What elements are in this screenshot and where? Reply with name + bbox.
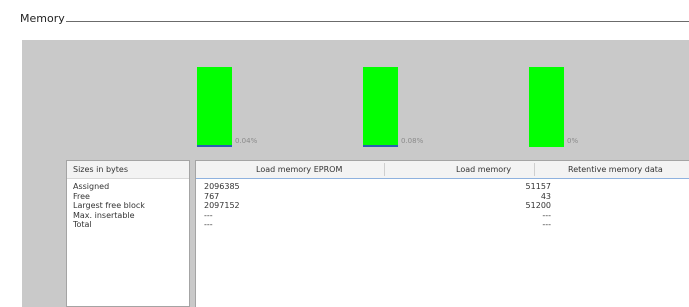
size-row-label: Total bbox=[73, 220, 92, 229]
table-row: 2096385 51157 2048 bbox=[196, 182, 689, 192]
size-row-label: Largest free block bbox=[73, 201, 145, 210]
sizes-header: Sizes in bytes bbox=[67, 161, 189, 179]
column-header-load-memory[interactable]: Load memory bbox=[456, 161, 511, 178]
table-row: --- --- --- bbox=[196, 211, 689, 221]
usage-bar bbox=[197, 67, 232, 147]
usage-bar-fill bbox=[197, 145, 232, 147]
cell-load-memory: 51157 bbox=[525, 182, 551, 191]
cell-load-memory: 51200 bbox=[525, 201, 551, 210]
size-row-label: Assigned bbox=[73, 182, 110, 191]
table-row: 2097152 51200 2048 bbox=[196, 201, 689, 211]
table-body: 2096385 51157 2048 767 43 0 2097152 5120… bbox=[196, 179, 689, 230]
size-row-label: Max. insertable bbox=[73, 210, 135, 220]
section-divider bbox=[66, 21, 689, 22]
memory-table: Load memory EPROM Load memory Retentive … bbox=[195, 160, 689, 307]
cell-load-memory-eprom: 2097152 bbox=[204, 201, 240, 210]
size-row-label: Free bbox=[73, 191, 90, 201]
cell-load-memory: 43 bbox=[540, 191, 551, 201]
section-title: Memory bbox=[20, 12, 68, 25]
column-header-retentive-memory[interactable]: Retentive memory data bbox=[568, 161, 663, 178]
column-divider[interactable] bbox=[384, 163, 385, 176]
usage-bar bbox=[529, 67, 564, 147]
cell-load-memory-eprom: 767 bbox=[204, 191, 220, 201]
table-header: Load memory EPROM Load memory Retentive … bbox=[196, 161, 689, 179]
usage-percent: 0.08% bbox=[401, 137, 424, 145]
table-row: --- --- --- bbox=[196, 220, 689, 230]
sizes-list: Sizes in bytes Assigned Free Largest fre… bbox=[66, 160, 190, 307]
cell-load-memory-eprom: --- bbox=[204, 210, 213, 220]
column-divider[interactable] bbox=[534, 163, 535, 176]
cell-load-memory: --- bbox=[542, 220, 551, 229]
usage-percent: 0% bbox=[567, 137, 579, 145]
usage-percent: 0.04% bbox=[235, 137, 258, 145]
memory-panel: 0.04% 0.08% 0% Sizes in bytes Assigned F… bbox=[22, 40, 689, 307]
cell-load-memory: --- bbox=[542, 210, 551, 220]
usage-bar-fill bbox=[363, 145, 398, 147]
cell-load-memory-eprom: 2096385 bbox=[204, 182, 240, 191]
table-row: 767 43 0 bbox=[196, 192, 689, 202]
column-header-load-memory-eprom[interactable]: Load memory EPROM bbox=[256, 161, 342, 178]
usage-bar bbox=[363, 67, 398, 147]
cell-load-memory-eprom: --- bbox=[204, 220, 213, 229]
